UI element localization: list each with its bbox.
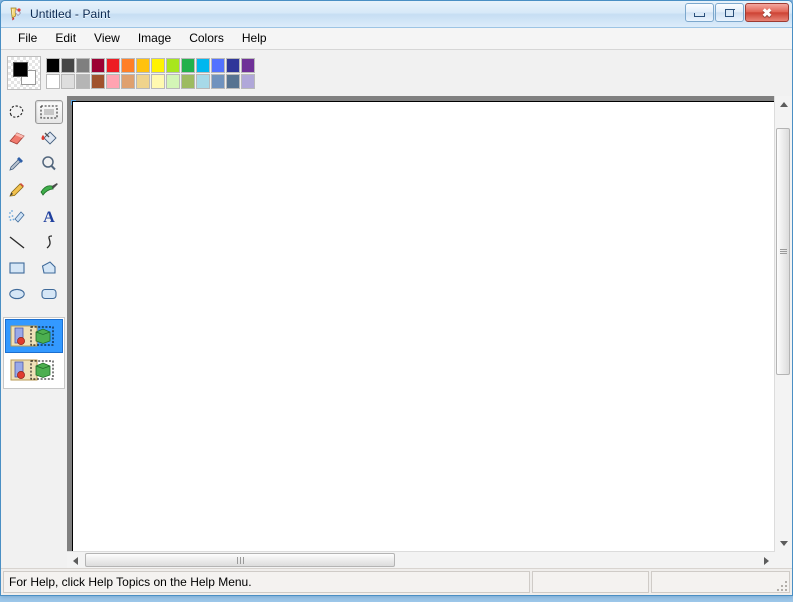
scroll-left-button[interactable] [67,552,84,569]
color-swatch-bottom-7[interactable] [151,73,165,89]
tool-text[interactable]: A [35,204,63,228]
title-bar[interactable]: Untitled - Paint ✖ [1,1,792,28]
grip-icon [236,556,245,564]
color-swatch-bottom-11[interactable] [211,73,225,89]
close-icon: ✖ [761,5,773,20]
menu-item-view[interactable]: View [85,29,129,48]
color-swatch-top-1[interactable] [61,57,75,73]
maximize-icon [725,8,734,17]
color-swatch-bottom-1[interactable] [61,73,75,89]
tool-eraser[interactable] [3,126,31,150]
foreground-color-swatch[interactable] [13,62,28,77]
tool-options-panel [3,317,65,389]
drawing-canvas[interactable] [72,101,775,552]
color-swatch-bottom-5[interactable] [121,73,135,89]
status-bar: For Help, click Help Topics on the Help … [1,568,792,595]
tool-fill-with-color[interactable] [35,126,63,150]
menu-item-colors[interactable]: Colors [180,29,233,48]
color-swatch-top-13[interactable] [241,57,255,73]
vertical-scrollbar-thumb[interactable] [776,128,790,375]
scrollbar-corner [775,552,792,569]
color-swatch-top-4[interactable] [106,57,120,73]
scroll-right-button[interactable] [758,552,775,569]
color-swatch-top-7[interactable] [151,57,165,73]
color-swatch-bottom-6[interactable] [136,73,150,89]
color-swatch-top-12[interactable] [226,57,240,73]
color-row-top [46,57,255,73]
minimize-icon [694,12,705,17]
color-swatch-top-3[interactable] [91,57,105,73]
status-panel-position [532,571,649,593]
color-swatch-bottom-9[interactable] [181,73,195,89]
color-swatch-top-11[interactable] [211,57,225,73]
color-swatch-bottom-0[interactable] [46,73,60,89]
current-colors-indicator[interactable] [7,56,41,90]
tool-brush[interactable] [35,178,63,202]
menu-item-image[interactable]: Image [129,29,180,48]
grip-icon [779,248,787,255]
color-row-bottom [46,73,255,89]
chevron-right-icon [764,556,769,565]
color-swatch-bottom-12[interactable] [226,73,240,89]
tool-magnifier[interactable] [35,152,63,176]
menu-bar: File Edit View Image Colors Help [1,28,792,50]
resize-grip-icon[interactable] [775,579,787,591]
color-swatch-top-8[interactable] [166,57,180,73]
tool-rounded-rectangle[interactable] [35,282,63,306]
tool-airbrush[interactable] [3,204,31,228]
tool-pencil[interactable] [3,178,31,202]
svg-text:A: A [43,209,55,225]
color-swatch-top-2[interactable] [76,57,90,73]
color-swatch-top-5[interactable] [121,57,135,73]
chevron-up-icon [779,102,788,107]
tool-rectangle[interactable] [3,256,31,280]
color-swatch-bottom-10[interactable] [196,73,210,89]
window-controls: ✖ [685,3,789,22]
scroll-up-button[interactable] [775,96,792,113]
paint-window: Untitled - Paint ✖ File Edit View Image … [0,0,793,596]
option-selection-opaque[interactable] [5,319,63,353]
status-hint: For Help, click Help Topics on the Help … [3,571,530,593]
canvas-viewport [67,96,775,552]
color-palette-bar [1,50,792,97]
color-swatch-bottom-4[interactable] [106,73,120,89]
tool-curve[interactable] [35,230,63,254]
tool-pick-color[interactable] [3,152,31,176]
vertical-scrollbar[interactable] [774,96,792,552]
color-swatch-bottom-13[interactable] [241,73,255,89]
tool-free-form-select[interactable] [3,100,31,124]
tool-ellipse[interactable] [3,282,31,306]
status-panel-size [651,571,790,593]
maximize-button[interactable] [715,3,744,22]
menu-item-edit[interactable]: Edit [46,29,85,48]
close-button[interactable]: ✖ [745,3,789,22]
color-swatch-bottom-8[interactable] [166,73,180,89]
color-swatch-bottom-3[interactable] [91,73,105,89]
paint-palette-icon [8,6,24,22]
menu-item-file[interactable]: File [9,29,46,48]
option-selection-transparent[interactable] [5,353,63,387]
color-swatch-bottom-2[interactable] [76,73,90,89]
minimize-button[interactable] [685,3,714,22]
color-swatch-top-6[interactable] [136,57,150,73]
window-title: Untitled - Paint [30,7,111,21]
color-swatch-top-9[interactable] [181,57,195,73]
tool-polygon[interactable] [35,256,63,280]
chevron-down-icon [779,541,788,546]
chevron-left-icon [73,556,78,565]
color-swatch-top-0[interactable] [46,57,60,73]
tool-line[interactable] [3,230,31,254]
menu-item-help[interactable]: Help [233,29,276,48]
tool-grid: A [1,96,65,307]
tool-rectangle-select[interactable] [35,100,63,124]
color-swatches [46,57,255,89]
color-swatch-top-10[interactable] [196,57,210,73]
tool-box: A [1,96,68,569]
horizontal-scrollbar[interactable] [67,551,775,569]
scroll-down-button[interactable] [775,535,792,552]
canvas-area [67,96,792,569]
horizontal-scrollbar-thumb[interactable] [85,553,395,567]
main-area: A [1,96,792,569]
